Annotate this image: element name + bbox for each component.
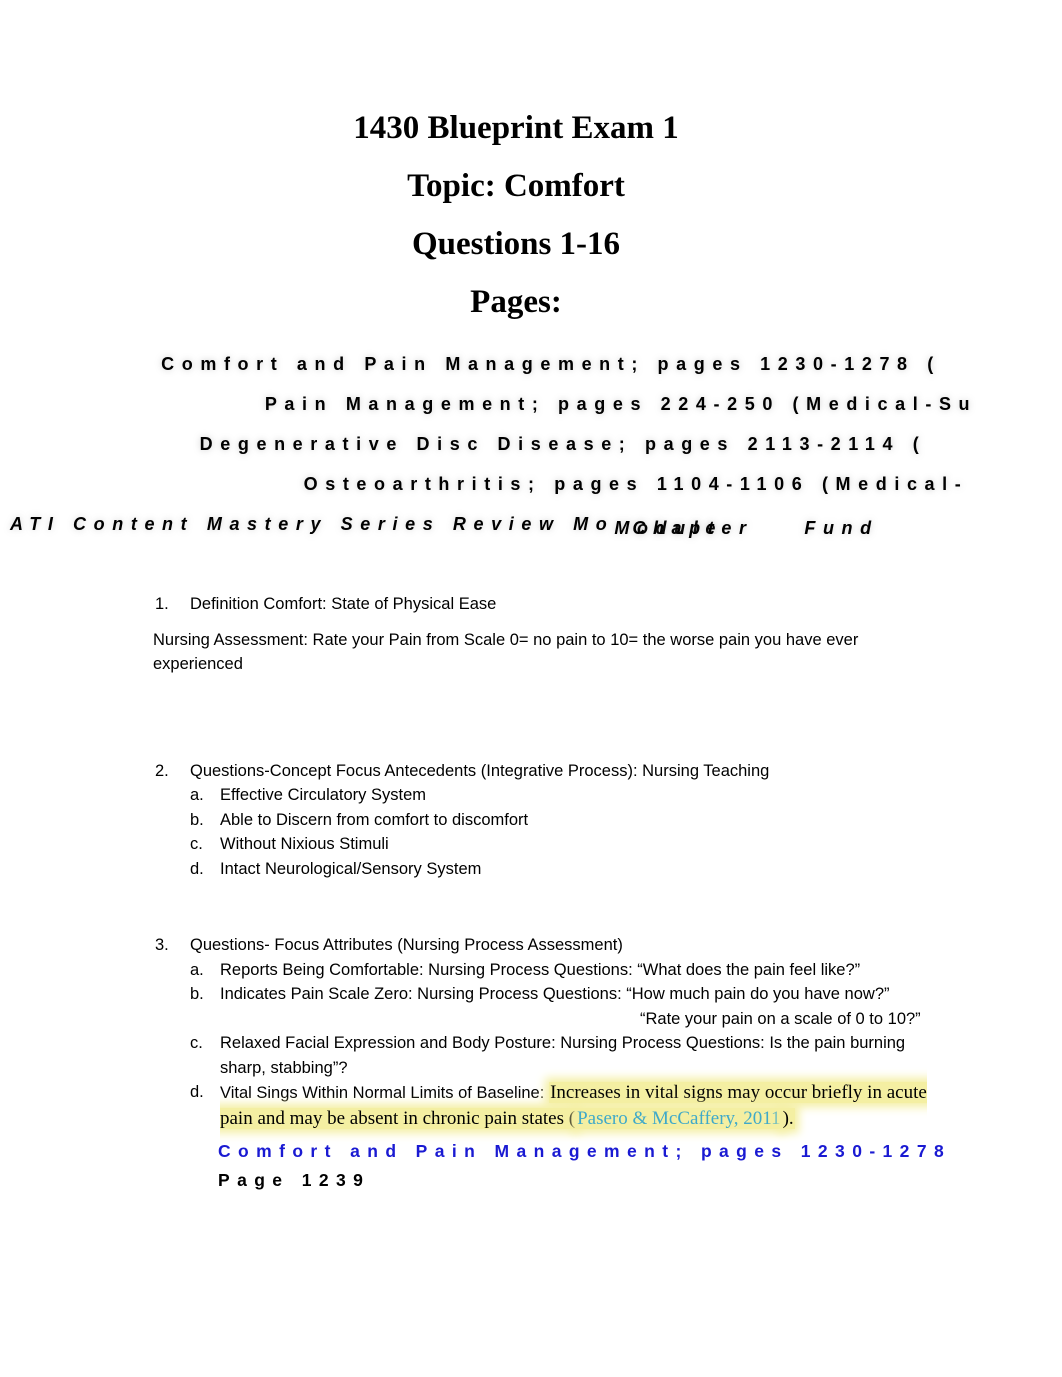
sublist-item-2: a. Effective Circulatory System b. Able …	[0, 783, 1062, 881]
sublist-marker: d.	[190, 859, 204, 878]
sublist-row: a. Effective Circulatory System	[0, 783, 930, 808]
sublist-row: a. Reports Being Comfortable: Nursing Pr…	[0, 958, 930, 983]
ati-base-text: ATI Content Mastery Series Review Mo	[10, 514, 615, 534]
nursing-assessment-paragraph: Nursing Assessment: Rate your Pain from …	[153, 630, 859, 674]
sublist-marker: b.	[190, 810, 204, 829]
page-title: 1430 Blueprint Exam 1	[353, 110, 679, 146]
footer-reference-text: Comfort and Pain Management; pages 1230-…	[218, 1141, 952, 1161]
sublist-row: c. Relaxed Facial Expression and Body Po…	[0, 1031, 930, 1080]
list-marker: 3.	[155, 936, 169, 954]
reference-line-comfort-pain: Comfort and Pain Management; pages 1230-…	[161, 354, 941, 374]
list-item-text: Questions- Focus Attributes (Nursing Pro…	[190, 936, 623, 954]
document-page: 1430 Blueprint Exam 1 Topic: Comfort Que…	[0, 0, 1062, 1377]
list-marker: 2.	[155, 761, 169, 780]
sublist-row-vital-signs: d. Vital Sings Within Normal Limits of B…	[0, 1080, 930, 1132]
sublist-continuation-quote: “Rate your pain on a scale of 0 to 10?”	[640, 1009, 921, 1028]
pages-title: Pages:	[470, 284, 562, 320]
sublist-marker: b.	[190, 985, 204, 1003]
sublist-lead-text: Vital Sings Within Normal Limits of Base…	[220, 1084, 545, 1102]
sublist-marker: c.	[190, 1034, 203, 1052]
reference-line-osteoarthritis: Osteoarthritis; pages 1104-1106 (Medical…	[303, 474, 969, 494]
title-block: 1430 Blueprint Exam 1 Topic: Comfort Que…	[0, 0, 1062, 319]
list-item-3: 3. Questions- Focus Attributes (Nursing …	[0, 933, 1062, 958]
list-marker: 1.	[155, 595, 169, 613]
sublist-row: b. Indicates Pain Scale Zero: Nursing Pr…	[0, 982, 930, 1007]
sublist-marker: d.	[190, 1083, 204, 1101]
highlight-text-part2: ).	[781, 1108, 795, 1129]
reference-line-ati: ATI Content Mastery Series Review Mo Modu…	[0, 504, 1062, 544]
reference-line-pain-management: Pain Management; pages 224-250 (Medical-…	[264, 394, 978, 414]
sublist-text: Indicates Pain Scale Zero: Nursing Proce…	[220, 985, 890, 1003]
sublist-row: b. Able to Discern from comfort to disco…	[0, 808, 930, 833]
topic-title: Topic: Comfort	[407, 168, 625, 204]
sublist-text: Relaxed Facial Expression and Body Postu…	[220, 1034, 906, 1077]
list-item-text: Definition Comfort: State of Physical Ea…	[190, 595, 497, 613]
questions-title: Questions 1-16	[411, 226, 621, 262]
sublist-item-3: a. Reports Being Comfortable: Nursing Pr…	[0, 958, 1062, 1133]
footer-reference: Comfort and Pain Management; pages 1230-…	[218, 1137, 1062, 1166]
citation-link[interactable]: Pasero & McCaffery, 2011	[576, 1108, 782, 1129]
sublist-row: d. Intact Neurological/Sensory System	[0, 857, 930, 882]
reference-line-degenerative-disc: Degenerative Disc Disease; pages 2113-21…	[199, 434, 927, 454]
ati-overlap-chapter: Chapter	[632, 518, 754, 538]
sublist-text: Without Nixious Stimuli	[220, 835, 389, 853]
sublist-row: c. Without Nixious Stimuli	[0, 832, 930, 857]
list-item-text: Questions-Concept Focus Antecedents (Int…	[190, 761, 770, 780]
sublist-text: Effective Circulatory System	[220, 786, 427, 804]
sublist-marker: a.	[190, 786, 204, 804]
sublist-marker: a.	[190, 960, 204, 979]
list-item-1: 1. Definition Comfort: State of Physical…	[0, 592, 1062, 617]
list-item-2: 2. Questions-Concept Focus Antecedents (…	[0, 759, 1062, 784]
sublist-text: Intact Neurological/Sensory System	[220, 859, 482, 878]
sublist-marker: c.	[190, 835, 203, 853]
reference-list: Comfort and Pain Management; pages 1230-…	[0, 344, 1062, 544]
ati-overlap-fund: Fund	[804, 518, 879, 538]
footer-page-number: Page 1239	[218, 1170, 371, 1190]
body-content: 1. Definition Comfort: State of Physical…	[0, 592, 1062, 1195]
sublist-text: Reports Being Comfortable: Nursing Proce…	[220, 960, 861, 979]
sublist-text: Able to Discern from comfort to discomfo…	[220, 810, 529, 829]
